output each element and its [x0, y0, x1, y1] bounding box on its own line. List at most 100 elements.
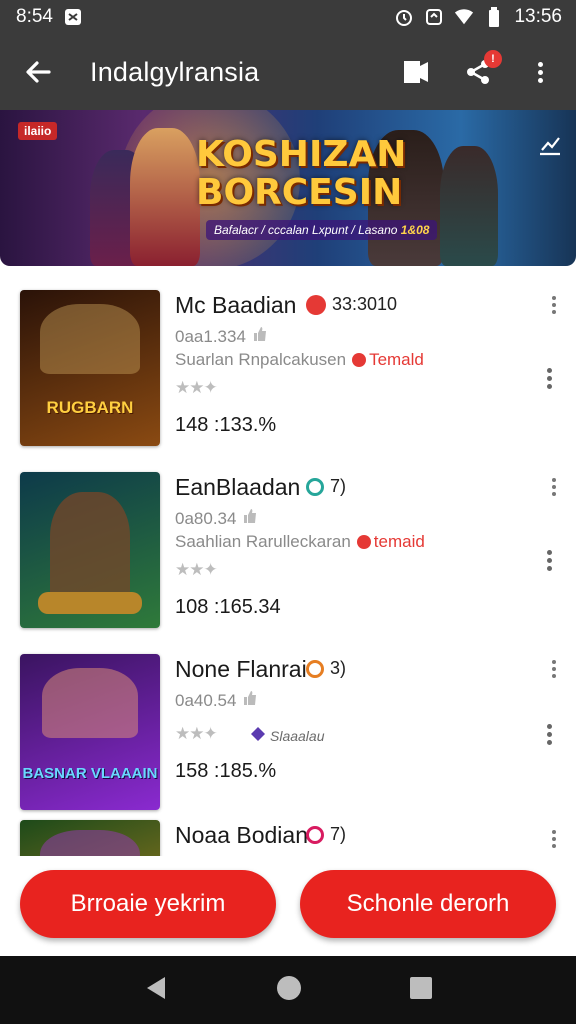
item-more-button[interactable] — [552, 660, 556, 678]
status-time: 8:54 — [16, 6, 53, 27]
thumb-art — [40, 830, 140, 856]
thumb-art — [40, 304, 140, 374]
rating-stars: ★★✦ — [175, 378, 218, 397]
item-score: 108 :165.34 — [175, 596, 281, 618]
tag-icon — [352, 353, 367, 367]
item-meta: 0a80.34 — [175, 508, 258, 529]
app-bar-actions: ! — [398, 50, 558, 90]
item-desc-text: Saahlian Rarulleckaran — [175, 532, 351, 551]
more-vert-icon — [552, 660, 556, 678]
item-options-button[interactable] — [547, 724, 552, 745]
thumb-art — [50, 492, 130, 602]
banner-character-4 — [440, 146, 498, 266]
status-ring-icon — [306, 659, 324, 678]
system-nav-bar — [0, 956, 576, 1024]
item-pill-text: 7) — [330, 824, 347, 844]
rating-stars: ★★✦ — [175, 560, 218, 579]
banner-character-2 — [130, 128, 200, 266]
rating-stars: ★★✦ — [175, 724, 218, 743]
item-thumbnail[interactable] — [20, 472, 160, 628]
thumbs-up-icon — [252, 326, 268, 347]
item-desc-tag-text: Temald — [369, 350, 424, 369]
overflow-menu-button[interactable] — [522, 54, 558, 90]
banner-sub-highlight: 1&08 — [400, 223, 430, 237]
nav-back-button[interactable] — [143, 975, 169, 1006]
tomato-icon — [306, 294, 326, 315]
diamond-icon — [250, 726, 266, 745]
item-name: None Flanrai — [175, 656, 307, 682]
item-desc-tag: temaid — [356, 532, 425, 552]
page-title: Indalgylransia — [90, 56, 260, 87]
thumbs-up-icon — [242, 508, 258, 529]
game-list: RUGBARN Mc Baadian 33:3010 0aa1.334 Suar… — [0, 266, 576, 856]
item-desc-text: Suarlan Rnpalcakusen — [175, 350, 347, 369]
banner-headline: KOSHIZAN BORCESIN — [196, 136, 406, 212]
notification-app-icon — [63, 7, 83, 27]
triangle-back-icon — [147, 976, 165, 999]
item-meta-text: 0aa1.334 — [175, 326, 246, 346]
circle-home-icon — [277, 975, 301, 1000]
item-meta-text: 0a40.54 — [175, 690, 237, 710]
wifi-icon — [454, 7, 474, 27]
banner-chart-icon — [538, 134, 562, 161]
status-ring-icon — [306, 477, 324, 496]
battery-icon — [484, 7, 504, 27]
banner-sub-text: Bafalacr / cccalan Lxpunt / Lasano — [214, 223, 398, 237]
share-button[interactable]: ! — [460, 50, 502, 90]
thumb-art-base — [38, 592, 142, 614]
item-thumbnail[interactable]: RUGBARN — [20, 290, 160, 446]
banner-headline-line1: KOSHIZAN — [196, 134, 407, 175]
item-thumbnail[interactable] — [20, 820, 160, 856]
item-pill: 7) — [306, 824, 346, 845]
item-badge-label: Slaaalau — [270, 727, 325, 744]
app-bar: Indalgylransia ! — [0, 34, 576, 110]
item-pill-text: 3) — [330, 658, 347, 678]
more-vert-icon — [547, 724, 552, 745]
item-name: Mc Baadian — [175, 292, 297, 318]
bookmark-icon — [404, 61, 428, 83]
status-right: 13:56 — [394, 6, 562, 28]
item-name: Noaa Bodian — [175, 822, 308, 848]
item-desc: Saahlian Rarulleckaran temaid — [175, 532, 425, 552]
item-options-button[interactable] — [547, 550, 552, 571]
sync-icon — [424, 7, 444, 27]
status-left: 8:54 — [16, 6, 83, 28]
item-thumbnail[interactable]: BASNAR VLAAAIN — [20, 654, 160, 810]
item-score: 148 :133.% — [175, 414, 277, 436]
secondary-action-button[interactable]: Schonle derorh — [300, 870, 556, 938]
item-desc: Suarlan Rnpalcakusen Temald — [175, 350, 424, 370]
more-vert-icon — [547, 550, 552, 571]
more-vert-icon — [537, 61, 543, 83]
item-meta: 0aa1.334 — [175, 326, 268, 347]
status-clock: 13:56 — [514, 6, 562, 27]
alarm-icon — [394, 7, 414, 27]
item-more-button[interactable] — [552, 296, 556, 314]
item-options-button[interactable] — [547, 368, 552, 389]
item-desc-tag-text: temaid — [373, 532, 425, 551]
list-item[interactable]: RUGBARN Mc Baadian 33:3010 0aa1.334 Suar… — [0, 266, 576, 446]
item-pill-text: 33:3010 — [332, 294, 398, 314]
share-badge: ! — [484, 50, 502, 68]
list-item[interactable]: EanBlaadan 7) 0a80.34 Saahlian Rarulleck… — [0, 448, 576, 628]
item-more-button[interactable] — [552, 478, 556, 496]
more-vert-icon — [552, 296, 556, 314]
nav-recents-button[interactable] — [409, 976, 433, 1005]
list-item[interactable]: Noaa Bodian 7) — [0, 800, 576, 856]
list-item[interactable]: BASNAR VLAAAIN None Flanrai 3) 0a40.54 ★… — [0, 630, 576, 810]
banner-subtitle: Bafalacr / cccalan Lxpunt / Lasano 1&08 — [206, 220, 438, 240]
item-pill: 33:3010 — [306, 294, 397, 315]
square-recents-icon — [410, 976, 432, 999]
nav-home-button[interactable] — [275, 974, 303, 1007]
more-vert-icon — [547, 368, 552, 389]
primary-action-button[interactable]: Brroaie yekrim — [20, 870, 276, 938]
arrow-left-icon — [26, 61, 51, 83]
status-bar: 8:54 13:56 — [0, 0, 576, 34]
bookmark-button[interactable] — [398, 54, 434, 90]
item-more-button[interactable] — [552, 830, 556, 848]
item-pill: 7) — [306, 476, 346, 497]
status-ring-icon — [306, 825, 324, 844]
item-score: 158 :185.% — [175, 760, 277, 782]
thumb-title: RUGBARN — [46, 398, 134, 417]
promo-banner[interactable]: ilaiio KOSHIZAN BORCESIN Bafalacr / ccca… — [0, 110, 576, 266]
back-button[interactable] — [18, 52, 58, 92]
